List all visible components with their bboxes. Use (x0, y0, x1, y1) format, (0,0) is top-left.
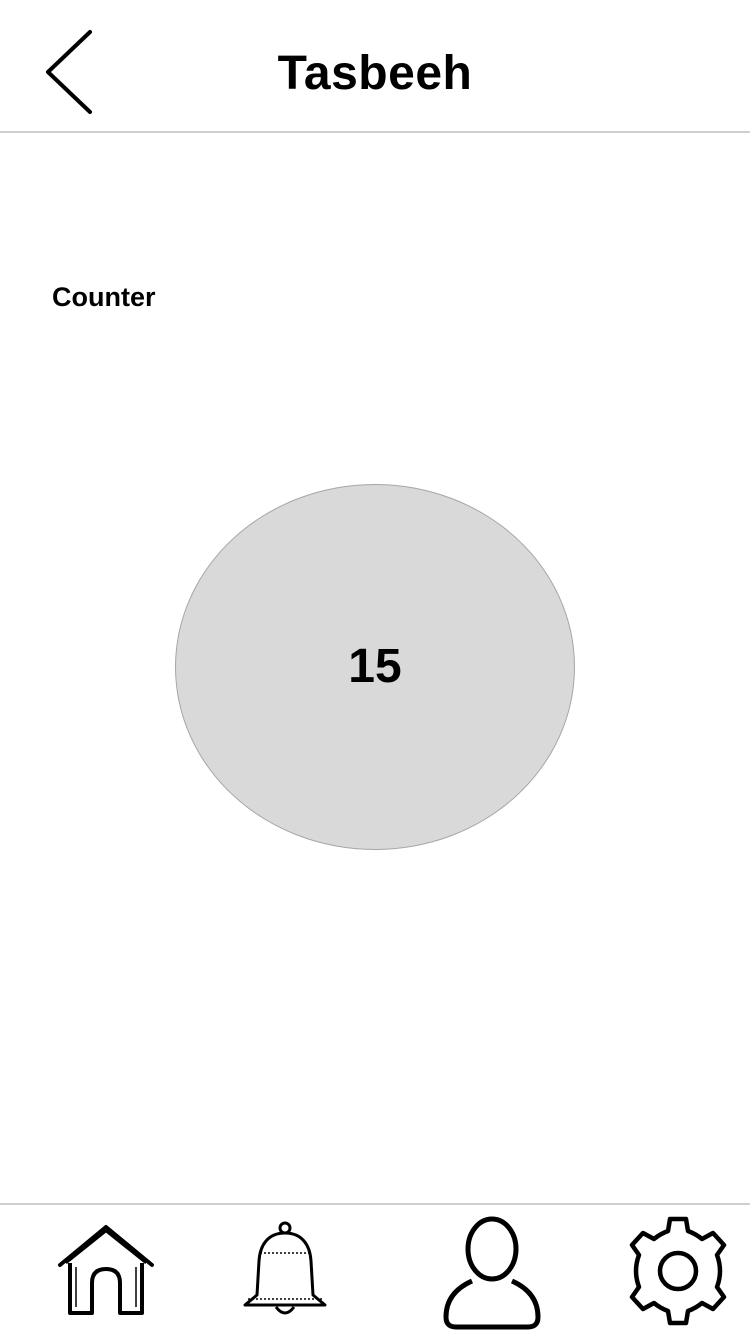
counter-label: Counter (52, 282, 156, 312)
app-header: Tasbeeh (0, 0, 750, 133)
bell-icon (243, 1221, 327, 1315)
nav-home-button[interactable] (56, 1221, 156, 1317)
home-icon (58, 1225, 154, 1315)
gear-icon (629, 1216, 727, 1326)
counter-value: 15 (348, 640, 402, 693)
user-icon (443, 1216, 541, 1330)
nav-notifications-button[interactable] (238, 1219, 332, 1325)
bottom-navigation (0, 1203, 750, 1334)
nav-settings-button[interactable] (620, 1213, 736, 1329)
nav-profile-button[interactable] (440, 1213, 544, 1333)
counter-tap-button[interactable]: 15 (175, 484, 575, 850)
page-title: Tasbeeh (277, 47, 473, 100)
